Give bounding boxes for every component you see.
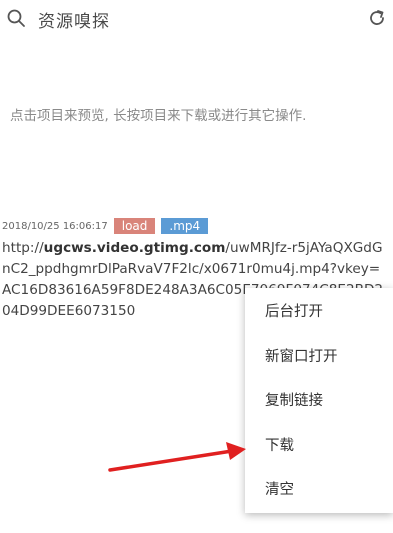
hint-text: 点击项目来预览, 长按项目来下载或进行其它操作. — [10, 108, 307, 124]
menu-item-open-new-window[interactable]: 新窗口打开 — [245, 335, 393, 379]
refresh-icon[interactable] — [367, 8, 387, 28]
header: 资源嗅探 — [0, 0, 393, 40]
arrow-annotation — [108, 442, 246, 472]
url-prefix: http:// — [2, 240, 44, 256]
search-icon[interactable] — [6, 8, 26, 28]
menu-item-download[interactable]: 下载 — [245, 424, 393, 468]
type-badge: .mp4 — [161, 218, 209, 234]
entry-meta: 2018/10/25 16:06:17 load .mp4 — [2, 217, 391, 235]
menu-item-clear[interactable]: 清空 — [245, 468, 393, 512]
page-title: 资源嗅探 — [38, 12, 110, 32]
timestamp: 2018/10/25 16:06:17 — [2, 220, 108, 232]
url-host: ugcws.video.gtimg.com — [43, 240, 226, 256]
load-badge: load — [113, 218, 156, 234]
menu-item-open-background[interactable]: 后台打开 — [245, 290, 393, 334]
screen: 资源嗅探 点击项目来预览, 长按项目来下载或进行其它操作. 2018/10/25… — [0, 0, 393, 533]
context-menu: 后台打开 新窗口打开 复制链接 下载 清空 — [245, 288, 393, 513]
menu-item-copy-link[interactable]: 复制链接 — [245, 379, 393, 423]
